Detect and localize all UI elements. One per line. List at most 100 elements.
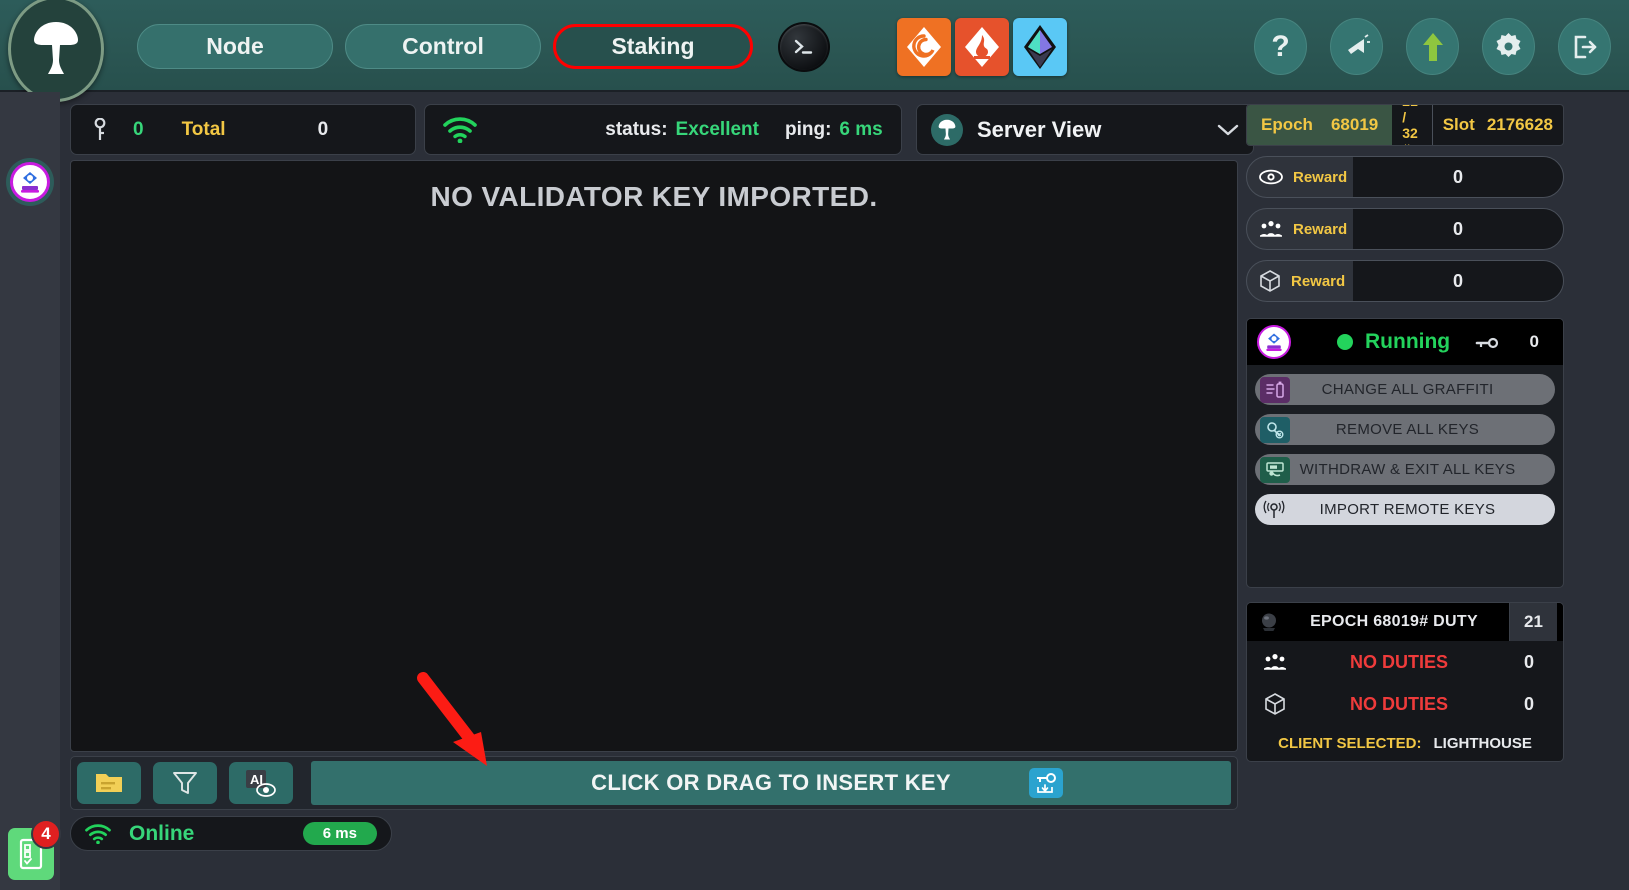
chevron-down-icon[interactable] xyxy=(1217,123,1239,137)
sidebar-item-tasks[interactable]: 4 xyxy=(8,819,61,880)
help-button[interactable]: ? xyxy=(1254,18,1307,75)
validator-client-header: Running 0 xyxy=(1247,319,1563,365)
withdraw-exit-all-keys-label: WITHDRAW & EXIT ALL KEYS xyxy=(1299,461,1516,478)
withdraw-glyph xyxy=(1266,461,1284,476)
slot-value: 2176628 xyxy=(1486,115,1553,134)
update-button[interactable] xyxy=(1406,18,1459,75)
settings-button[interactable] xyxy=(1482,18,1535,75)
sidebar-item-validator[interactable] xyxy=(6,158,54,206)
tab-staking[interactable]: Staking xyxy=(553,24,753,69)
validator-key-count: 0 xyxy=(1529,332,1539,351)
header-action-buttons: ? xyxy=(1254,18,1611,75)
cube-glyph xyxy=(1265,693,1285,715)
empty-state-message: NO VALIDATOR KEY IMPORTED. xyxy=(430,181,878,212)
server-view-content: Server View xyxy=(931,113,1102,146)
status-indicator-dot xyxy=(1337,334,1353,350)
wifi-glyph xyxy=(443,116,478,143)
mushroom-avatar-icon xyxy=(931,113,963,146)
duty-slot-number: 21 xyxy=(1509,603,1557,641)
eye-glyph xyxy=(1259,169,1283,185)
validator-key-list-panel: NO VALIDATOR KEY IMPORTED. xyxy=(70,160,1238,752)
withdraw-icon xyxy=(1260,456,1290,483)
grafana-icon[interactable] xyxy=(897,18,951,76)
folder-button[interactable] xyxy=(77,762,141,804)
gear-icon xyxy=(1496,33,1521,57)
remove-all-keys-button[interactable]: REMOVE ALL KEYS xyxy=(1255,414,1555,445)
wifi-icon-small xyxy=(85,823,111,844)
key-glyph xyxy=(94,117,106,140)
wifi-small-glyph xyxy=(85,823,111,844)
duty-status-text: NO DUTIES xyxy=(1349,693,1448,714)
validator-node-icon xyxy=(1257,325,1291,359)
epoch-label: Epoch xyxy=(1261,115,1313,134)
terminal-button[interactable] xyxy=(778,22,830,72)
reward-row-attestation: Reward 0 xyxy=(1246,156,1564,198)
reward-attestation-label-group: Reward xyxy=(1247,157,1353,197)
bottom-toolbar: AI CLICK OR DRAG TO INSERT KEY xyxy=(70,756,1238,810)
epoch-slot-bar: Epoch 68019 21 / 32 # Slot 2176628 xyxy=(1246,104,1564,146)
app-root: Node Control Staking ? 4 0 Total 0 statu… xyxy=(0,0,1629,890)
key-icon xyxy=(89,117,111,142)
server-view-label: Server View xyxy=(977,116,1102,142)
validator-glyph xyxy=(21,172,39,193)
reward-row-proposal: Reward 0 xyxy=(1246,260,1564,302)
megaphone-icon xyxy=(1347,33,1370,54)
total-count: 0 xyxy=(317,118,329,140)
import-remote-keys-button[interactable]: IMPORT REMOTE KEYS xyxy=(1255,494,1555,525)
validator-client-block: Running 0 CHANGE ALL GRAFFITI REMOVE ALL… xyxy=(1246,318,1564,588)
committee-icon xyxy=(1259,220,1283,238)
validator-node-icon xyxy=(10,162,50,202)
epoch-duty-block: EPOCH 68019# DUTY 21 NO DUTIES 0 NO DUTI… xyxy=(1246,602,1564,762)
reward-proposal-label-group: Reward xyxy=(1247,261,1353,301)
filter-button[interactable] xyxy=(153,762,217,804)
terminal-prompt-icon xyxy=(794,39,813,54)
ethereum-icon[interactable] xyxy=(1013,18,1067,76)
top-navigation-bar: Node Control Staking ? xyxy=(0,0,1629,102)
graffiti-spray-icon xyxy=(1260,376,1290,403)
exit-icon xyxy=(1574,35,1596,58)
ai-eye-icon: AI xyxy=(246,770,276,797)
reward-value: 0 xyxy=(1353,209,1563,249)
reward-sync-label-group: Reward xyxy=(1247,209,1353,249)
status-label: status: xyxy=(605,118,668,140)
duty-title: EPOCH 68019# DUTY xyxy=(1310,613,1478,630)
epoch-value: 68019 xyxy=(1330,115,1379,134)
key-import-icon xyxy=(1029,768,1063,798)
ai-view-button[interactable]: AI xyxy=(229,762,293,804)
change-all-graffiti-label: CHANGE ALL GRAFFITI xyxy=(1321,381,1494,398)
validator-status-text: Running xyxy=(1365,330,1451,353)
reward-value: 0 xyxy=(1353,157,1563,197)
insert-key-dropzone[interactable]: CLICK OR DRAG TO INSERT KEY xyxy=(311,761,1231,805)
keys-summary-box: 0 Total 0 xyxy=(70,104,416,155)
client-icon-group xyxy=(897,18,1067,76)
status-strip: 0 Total 0 status: Excellent ping: 6 ms S… xyxy=(70,104,1254,155)
announcement-button[interactable] xyxy=(1330,18,1383,75)
key-remove-icon xyxy=(1260,416,1290,443)
duty-row-proposal: NO DUTIES 0 xyxy=(1247,683,1563,725)
crystal-ball-icon xyxy=(1259,612,1279,632)
tab-node[interactable]: Node xyxy=(137,24,333,69)
change-all-graffiti-button[interactable]: CHANGE ALL GRAFFITI xyxy=(1255,374,1555,405)
up-arrow-icon xyxy=(1422,32,1443,61)
logout-button[interactable] xyxy=(1558,18,1611,75)
validator-glyph xyxy=(1266,333,1282,351)
withdraw-exit-all-keys-button[interactable]: WITHDRAW & EXIT ALL KEYS xyxy=(1255,454,1555,485)
committee-glyph xyxy=(1264,654,1286,670)
right-info-panel: Epoch 68019 21 / 32 # Slot 2176628 Rewar… xyxy=(1246,104,1564,850)
folder-icon xyxy=(96,774,122,792)
cube-glyph xyxy=(1260,270,1280,292)
prometheus-icon[interactable] xyxy=(955,18,1009,76)
duty-header: EPOCH 68019# DUTY 21 xyxy=(1247,603,1563,641)
tab-control[interactable]: Control xyxy=(345,24,541,69)
duty-row-sync: NO DUTIES 0 xyxy=(1247,641,1563,683)
server-view-dropdown[interactable]: Server View xyxy=(916,104,1254,155)
total-label: Total xyxy=(181,118,226,140)
eye-icon xyxy=(1259,169,1283,185)
grafana-glyph xyxy=(907,27,941,67)
committee-icon xyxy=(1255,653,1295,671)
prometheus-glyph xyxy=(965,27,999,67)
reward-value: 0 xyxy=(1353,261,1563,301)
app-logo[interactable] xyxy=(8,0,104,102)
remove-all-keys-label: REMOVE ALL KEYS xyxy=(1335,421,1480,438)
reward-row-sync-committee: Reward 0 xyxy=(1246,208,1564,250)
